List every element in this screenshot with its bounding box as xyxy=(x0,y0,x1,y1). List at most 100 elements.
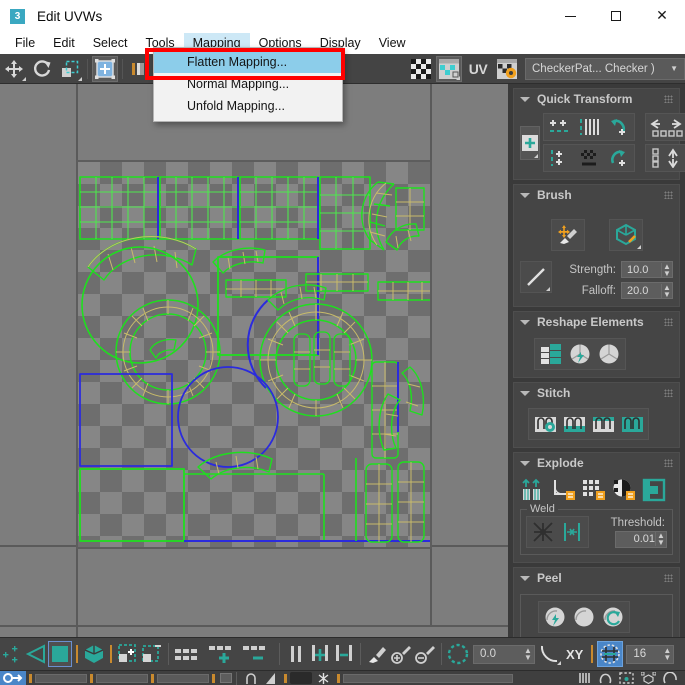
break-grid-icon[interactable] xyxy=(580,477,608,503)
mirror-horizontal-icon[interactable] xyxy=(127,56,153,82)
peel-mode-icon[interactable] xyxy=(571,605,597,629)
select-by-element-icon[interactable] xyxy=(116,641,140,667)
soft-selection-icon[interactable] xyxy=(446,641,470,667)
rotate-icon[interactable] xyxy=(29,56,55,82)
strength-spinner[interactable]: 10.0 ▲ ▼ xyxy=(621,261,673,278)
comb-icon[interactable] xyxy=(575,672,595,684)
command-panel[interactable]: Quick Transform Brush Strength: 10.0 ▲ ▼… xyxy=(508,84,685,637)
falloff-curve-icon[interactable] xyxy=(538,641,562,667)
menu-select[interactable]: Select xyxy=(84,33,137,54)
grid-size-spinner[interactable]: 16 ▲ ▼ xyxy=(626,644,675,664)
rotate-ccw-icon[interactable] xyxy=(605,117,631,137)
collapse-triangle-icon[interactable] xyxy=(520,192,530,198)
pan-icon[interactable] xyxy=(595,672,615,684)
spinner-arrows-icon[interactable]: ▲ ▼ xyxy=(661,262,672,277)
snowflake-freeze-icon[interactable] xyxy=(312,672,334,685)
rollout-header[interactable]: Explode xyxy=(514,453,679,473)
close-button[interactable]: ✕ xyxy=(639,0,685,32)
lock-selection-icon[interactable] xyxy=(0,671,26,685)
falloff-curve-icon[interactable] xyxy=(520,261,552,293)
texture-icon[interactable] xyxy=(290,672,312,684)
menu-edit[interactable]: Edit xyxy=(44,33,84,54)
rotate-cw-icon[interactable] xyxy=(605,148,631,168)
spinner-arrows-icon[interactable]: ▲ ▼ xyxy=(661,283,672,298)
loop-uv-icon[interactable] xyxy=(284,641,308,667)
align-h-icon[interactable] xyxy=(547,117,573,137)
spinner-arrows-icon[interactable]: ▲ ▼ xyxy=(661,647,673,662)
expand-selection-icon[interactable] xyxy=(207,641,241,667)
zoom-all-icon[interactable] xyxy=(659,671,681,685)
soft-selection-brush-icon[interactable] xyxy=(365,641,389,667)
pelt-reset-icon[interactable] xyxy=(600,605,626,629)
break-material-icon[interactable] xyxy=(610,477,638,503)
ring-uv-icon[interactable] xyxy=(308,641,332,667)
rollout-header[interactable]: Brush xyxy=(514,185,679,205)
target-weld-icon[interactable] xyxy=(530,520,556,544)
falloff-spinner[interactable]: 20.0 ▲ ▼ xyxy=(621,282,673,299)
menu-item-flatten-mapping[interactable]: Flatten Mapping... xyxy=(154,51,342,73)
break-element-icon[interactable] xyxy=(640,477,668,503)
collapse-triangle-icon[interactable] xyxy=(520,96,530,102)
checker-pattern-icon[interactable] xyxy=(408,56,434,82)
relax-brush-icon[interactable] xyxy=(608,219,643,251)
map-options-icon[interactable] xyxy=(494,56,520,82)
stitch-to-target-icon[interactable] xyxy=(590,412,616,436)
weld-selected-icon[interactable] xyxy=(559,520,585,544)
select-subobject-icon[interactable] xyxy=(140,641,164,667)
filter-selected-faces-icon[interactable] xyxy=(173,641,207,667)
move-icon[interactable] xyxy=(1,56,27,82)
spinner-arrows-icon[interactable]: ▲ ▼ xyxy=(522,647,534,662)
collapse-triangle-icon[interactable] xyxy=(520,390,530,396)
vertex-subobject-icon[interactable] xyxy=(0,641,24,667)
status-checkbox[interactable] xyxy=(220,673,232,683)
rollout-header[interactable]: Peel xyxy=(514,568,679,588)
pin-icon[interactable] xyxy=(241,672,261,685)
cone-icon[interactable] xyxy=(261,672,281,685)
rollout-header[interactable]: Quick Transform xyxy=(514,89,679,109)
uv-editor-canvas[interactable] xyxy=(0,84,508,637)
shrink-selection-icon[interactable] xyxy=(241,641,275,667)
checker-material-combo[interactable]: CheckerPat... Checker ) ▼ xyxy=(525,57,685,80)
stitch-selected-icon[interactable] xyxy=(561,412,587,436)
space-h-icon[interactable] xyxy=(547,148,573,168)
rollout-header[interactable]: Reshape Elements xyxy=(514,312,679,332)
paint-move-brush-icon[interactable] xyxy=(550,219,585,251)
collapse-triangle-icon[interactable] xyxy=(520,460,530,466)
align-v-icon[interactable] xyxy=(576,117,602,137)
flip-v-icon[interactable] xyxy=(645,144,685,172)
menu-item-normal-mapping[interactable]: Normal Mapping... xyxy=(154,73,342,95)
stitch-all-icon[interactable] xyxy=(619,412,645,436)
scale-icon[interactable] xyxy=(57,56,83,82)
flip-h-icon[interactable] xyxy=(645,113,685,141)
spinner-arrows-icon[interactable]: ▲ ▼ xyxy=(655,532,666,547)
status-field-v[interactable] xyxy=(96,673,148,683)
rollout-header[interactable]: Stitch xyxy=(514,383,679,403)
brush-decrease-icon[interactable] xyxy=(413,641,437,667)
explode-faces-icon[interactable] xyxy=(520,477,548,503)
brush-increase-icon[interactable] xyxy=(389,641,413,667)
show-map-icon[interactable] xyxy=(436,55,462,82)
zoom-region-icon[interactable] xyxy=(615,672,637,684)
menu-item-unfold-mapping[interactable]: Unfold Mapping... xyxy=(154,95,342,117)
stitch-custom-icon[interactable] xyxy=(532,412,558,436)
face-subobject-icon[interactable] xyxy=(48,641,72,667)
zoom-extents-icon[interactable] xyxy=(637,671,659,685)
element-subobject-icon[interactable] xyxy=(82,641,106,667)
weld-threshold-spinner[interactable]: 0.01 ▲ ▼ xyxy=(615,530,667,548)
status-field-w[interactable] xyxy=(157,673,209,683)
edge-subobject-icon[interactable] xyxy=(24,641,48,667)
rescale-element-icon[interactable] xyxy=(596,342,622,366)
relax-element-icon[interactable] xyxy=(567,342,593,366)
break-by-angle-icon[interactable] xyxy=(550,477,578,503)
status-field-u[interactable] xyxy=(35,673,87,683)
collapse-triangle-icon[interactable] xyxy=(520,575,530,581)
menu-view[interactable]: View xyxy=(370,33,415,54)
grid-snap-icon[interactable] xyxy=(597,641,624,667)
collapse-triangle-icon[interactable] xyxy=(520,319,530,325)
soft-selection-falloff-spinner[interactable]: 0.0 ▲ ▼ xyxy=(473,644,535,664)
falloff-axis-label[interactable]: XY xyxy=(566,647,583,662)
align-element-icon[interactable] xyxy=(520,125,540,160)
freeform-mode-icon[interactable] xyxy=(92,55,118,82)
menu-file[interactable]: File xyxy=(6,33,44,54)
grow-loop-icon[interactable] xyxy=(332,641,356,667)
